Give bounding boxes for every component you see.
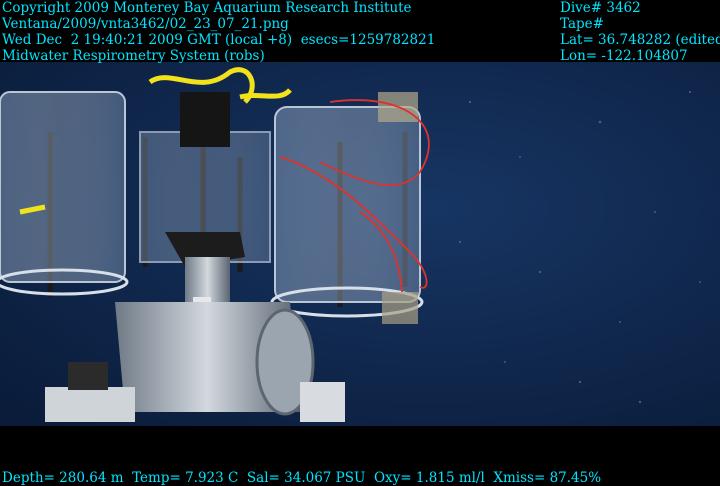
sensor-readout-text: Depth= 280.64 m Temp= 7.923 C Sal= 34.06… [2,470,602,486]
timestamp-text: Wed Dec 2 19:40:21 2009 GMT (local +8) e… [2,32,436,48]
tape-number-text: Tape# [560,16,604,32]
dive-number-text: Dive# 3462 [560,0,641,16]
image-path-text: Ventana/2009/vnta3462/02_23_07_21.png [2,16,289,32]
latitude-text: Lat= 36.748282 (edited) [560,32,720,48]
steel-canister [115,302,315,416]
copyright-text: Copyright 2009 Monterey Bay Aquarium Res… [2,0,412,16]
video-frame: Copyright 2009 Monterey Bay Aquarium Res… [0,0,720,486]
underwater-scene [0,62,720,426]
longitude-text: Lon= -122.104807 [560,48,688,64]
system-name-text: Midwater Respirometry System (robs) [2,48,265,64]
respirometer-illustration [0,62,720,426]
